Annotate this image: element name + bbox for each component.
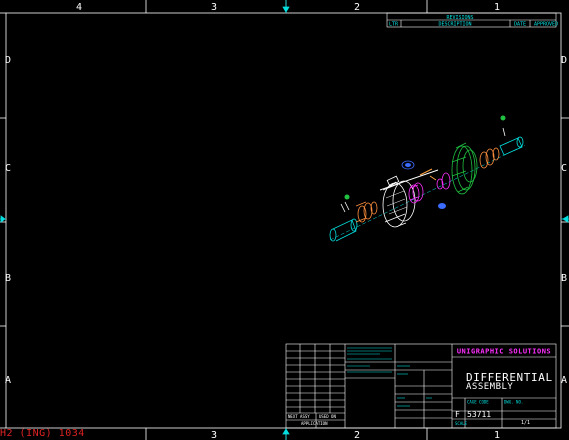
right-bolt-part: [500, 115, 506, 121]
zone-top-1: 4: [76, 2, 82, 13]
zone-top-2: 3: [211, 2, 217, 13]
revision-col-date: DATE: [514, 22, 526, 28]
zone-bottom-1: 3: [211, 430, 217, 440]
zone-top-4: 1: [494, 2, 500, 13]
zone-right-d: D: [561, 55, 567, 66]
zone-right-c: C: [561, 163, 567, 174]
zone-right-a: A: [561, 375, 567, 386]
cage-code-label: CAGE CODE: [467, 400, 489, 405]
zone-left-b: B: [5, 273, 11, 284]
application-label: APPLICATION: [301, 421, 328, 426]
scale-label: SCALE: [455, 421, 468, 426]
drawing-frame: [0, 12, 562, 429]
sheet-size: F: [455, 410, 460, 419]
zone-left-d: D: [5, 55, 11, 66]
pinion-gears-left: [355, 201, 378, 223]
differential-assembly-drawing[interactable]: [329, 115, 526, 242]
right-axle-part: [499, 127, 524, 156]
ring-gear-part: [451, 142, 478, 195]
zone-left-c: C: [5, 163, 11, 174]
zone-bottom-3: 1: [494, 430, 500, 440]
drawing-number: 53711: [467, 410, 491, 419]
company-name: UNIGRAPHIC SOLUTIONS: [457, 348, 551, 356]
cad-drawing-canvas[interactable]: 4 3 2 1 3 2 1 D C B A D C B A REVISIONS …: [0, 0, 569, 440]
title-block: UNIGRAPHIC SOLUTIONS DIFFERENTIAL ASSEMB…: [285, 343, 557, 429]
revision-col-ltr: LTR: [389, 22, 399, 28]
revision-col-approved: APPROVED: [534, 22, 558, 28]
dwg-no-label: DWG. NO.: [504, 400, 523, 405]
status-bar-text: H2 (ING) 1034: [0, 428, 85, 439]
zone-left-a: A: [5, 375, 11, 386]
revision-block: REVISIONS LTR DESCRIPTION DATE APPROVED: [386, 12, 558, 28]
left-axle-part: [329, 201, 358, 242]
drawing-title-line2: ASSEMBLY: [466, 382, 513, 392]
zone-right-b: B: [561, 273, 567, 284]
zone-bottom-2: 2: [354, 430, 360, 440]
left-bolt-part: [344, 194, 350, 200]
revision-col-desc: DESCRIPTION: [438, 22, 471, 28]
used-on-label: USED ON: [319, 414, 336, 419]
revision-title: REVISIONS: [446, 15, 473, 21]
zone-top-3: 2: [354, 2, 360, 13]
next-assy-label: NEXT ASSY: [288, 414, 310, 419]
sheet-number: 1/1: [521, 420, 530, 426]
